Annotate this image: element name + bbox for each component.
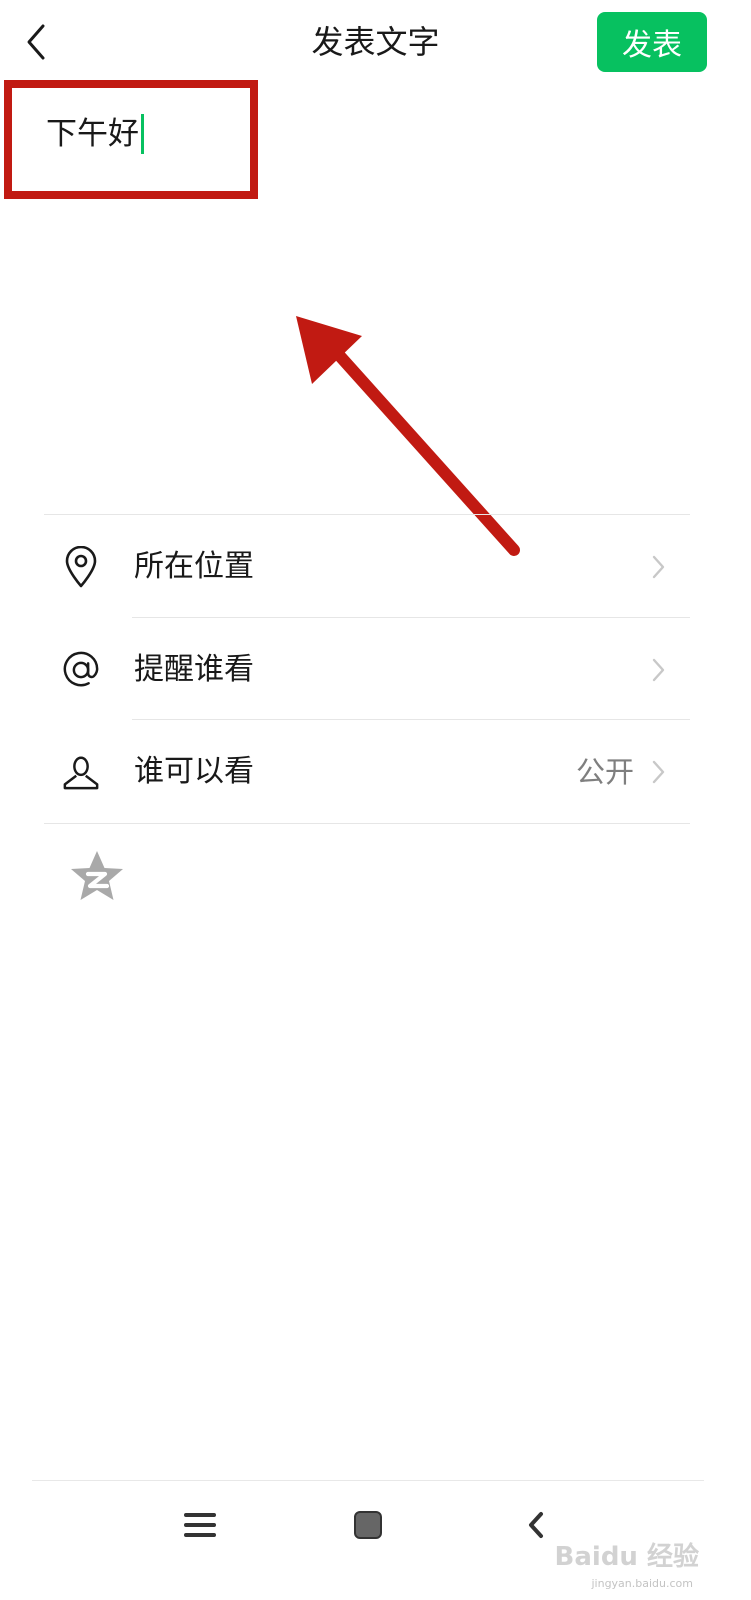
divider-bottom [44, 823, 690, 824]
page: 发表文字 发表 下午好 所在位置 提醒谁看 谁可以看 公开 Baidu 经验 j… [0, 0, 751, 1600]
divider-top [44, 514, 690, 515]
post-text-value: 下午好 [46, 116, 139, 152]
chevron-right-icon [650, 656, 666, 684]
baidu-watermark-url: jingyan.baidu.com [591, 1577, 693, 1590]
nav-menu-button[interactable] [170, 1500, 230, 1550]
qzone-icon[interactable] [68, 850, 126, 904]
option-label-mention: 提醒谁看 [134, 652, 254, 687]
baidu-watermark-logo: Baidu 经验 [554, 1542, 699, 1572]
divider-1 [132, 617, 690, 618]
option-label-location: 所在位置 [134, 549, 254, 584]
post-text-input[interactable]: 下午好 [46, 112, 144, 156]
menu-icon [184, 1513, 216, 1537]
back-icon [529, 1512, 543, 1538]
nav-back-button[interactable] [506, 1500, 566, 1550]
option-mention[interactable]: 提醒谁看 [44, 619, 690, 721]
publish-button[interactable]: 发表 [597, 12, 707, 72]
back-button[interactable] [18, 22, 54, 62]
nav-home-button[interactable] [338, 1500, 398, 1550]
chevron-right-icon [650, 553, 666, 581]
option-label-visibility: 谁可以看 [134, 754, 254, 789]
annotation-arrow [296, 316, 520, 556]
text-cursor [141, 114, 144, 154]
option-visibility[interactable]: 谁可以看 公开 [44, 721, 690, 823]
option-location[interactable]: 所在位置 [44, 516, 690, 618]
chevron-left-icon [27, 24, 45, 60]
divider-2 [132, 719, 690, 720]
chevron-right-icon [650, 758, 666, 786]
option-value-visibility: 公开 [575, 755, 634, 789]
person-icon [62, 750, 100, 794]
location-pin-icon [62, 545, 100, 589]
at-sign-icon [62, 648, 100, 692]
home-icon [354, 1511, 382, 1539]
bottom-divider [32, 1480, 704, 1481]
